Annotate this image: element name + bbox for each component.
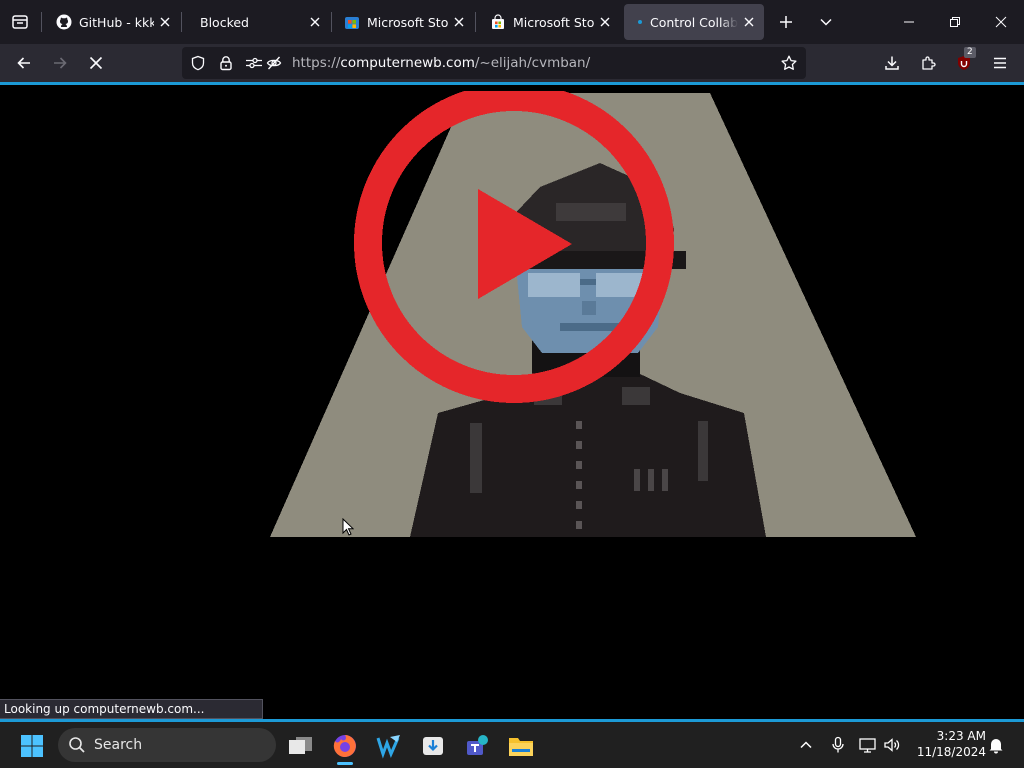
url-scheme: https://	[292, 55, 341, 71]
tab-blocked[interactable]: Blocked	[188, 4, 330, 40]
puzzle-piece-icon	[920, 55, 936, 71]
search-icon	[68, 736, 86, 754]
tab-title: Blocked	[200, 14, 249, 30]
close-tab-icon[interactable]	[304, 11, 326, 33]
tab-control-collab[interactable]: Control Collabo	[624, 4, 764, 40]
stop-x-icon	[89, 56, 103, 70]
tab-microsoft-store-2[interactable]: Microsoft Store	[478, 4, 620, 40]
microsoft-store-bag-icon	[490, 14, 506, 30]
search-label: Search	[94, 737, 143, 753]
status-panel: Looking up computernewb.com...	[0, 699, 263, 719]
download-icon	[884, 55, 900, 71]
show-hidden-icons-button[interactable]	[794, 733, 818, 757]
extensions-button[interactable]	[914, 49, 942, 77]
loading-dot-icon	[636, 14, 644, 30]
chevron-down-icon	[819, 15, 833, 29]
firefox-view-button[interactable]	[6, 8, 34, 36]
task-view-icon	[288, 735, 314, 757]
restore-icon	[949, 16, 961, 28]
minimize-button[interactable]	[886, 0, 932, 44]
list-all-tabs-button[interactable]	[812, 8, 840, 36]
taskbar-firefox[interactable]	[327, 728, 363, 765]
tracking-protection-shield-icon[interactable]	[190, 55, 206, 71]
network-icon	[859, 737, 877, 753]
stop-loading-button[interactable]	[82, 49, 110, 77]
back-button[interactable]	[10, 49, 38, 77]
microphone-icon	[830, 736, 846, 754]
navigation-toolbar: https://computernewb.com/~elijah/cvmban/…	[0, 44, 1024, 82]
video-thumbnail[interactable]	[270, 83, 918, 543]
close-tab-icon[interactable]	[594, 11, 616, 33]
taskbar-file-explorer[interactable]	[503, 728, 539, 764]
wing-ide-icon	[376, 733, 402, 759]
restore-button[interactable]	[932, 0, 978, 44]
github-icon	[56, 14, 72, 30]
microsoft-store-icon	[344, 14, 360, 30]
start-button[interactable]	[14, 728, 50, 764]
microphone-button[interactable]	[826, 733, 850, 757]
ublock-origin-button[interactable]: 2	[950, 47, 978, 77]
tab-strip: GitHub - kkkgo/ Blocked Microsoft Store …	[0, 0, 1024, 44]
speaker-icon	[883, 737, 901, 753]
firefox-icon	[332, 733, 358, 759]
address-bar[interactable]: https://computernewb.com/~elijah/cvmban/	[182, 47, 806, 79]
app-menu-button[interactable]	[986, 49, 1014, 77]
tab-github[interactable]: GitHub - kkkgo/	[44, 4, 180, 40]
taskbar-clock[interactable]: 3:23 AM 11/18/2024	[912, 728, 986, 760]
windows-taskbar: Search 3:23 AM 11/18/2024	[0, 719, 1024, 768]
taskbar-teams[interactable]	[459, 728, 495, 764]
taskbar-wing[interactable]	[371, 728, 407, 764]
tab-microsoft-store-1[interactable]: Microsoft Store	[332, 4, 474, 40]
taskbar-search-box[interactable]: Search	[58, 728, 276, 762]
close-tab-icon[interactable]	[738, 11, 760, 33]
arrow-left-icon	[16, 55, 32, 71]
close-tab-icon[interactable]	[448, 11, 470, 33]
mouse-cursor	[342, 517, 355, 540]
close-tab-icon[interactable]	[154, 11, 176, 33]
forward-button[interactable]	[46, 49, 74, 77]
page-viewport: Looking up computernewb.com...	[0, 83, 1024, 719]
notifications-button[interactable]	[984, 733, 1008, 757]
permissions-icon[interactable]	[245, 55, 263, 71]
windows-logo-icon	[20, 734, 44, 758]
extension-badge: 2	[964, 47, 976, 58]
firefox-view-icon	[11, 13, 29, 31]
chevron-up-icon	[799, 738, 813, 752]
tab-separator	[475, 12, 476, 32]
tab-title: Microsoft Store	[367, 14, 448, 30]
arrow-right-icon	[52, 55, 68, 71]
clock-date: 11/18/2024	[916, 745, 986, 759]
lock-icon[interactable]	[218, 55, 234, 71]
tab-separator	[181, 12, 182, 32]
minimize-icon	[903, 16, 915, 28]
tab-title: Control Collabo	[650, 14, 738, 30]
url-text[interactable]: https://computernewb.com/~elijah/cvmban/	[292, 55, 590, 71]
downloads-button[interactable]	[878, 49, 906, 77]
url-path: /~elijah/cvmban/	[474, 55, 591, 71]
tab-title: GitHub - kkkgo/	[79, 14, 154, 30]
network-button[interactable]	[856, 733, 880, 757]
volume-button[interactable]	[880, 733, 904, 757]
new-tab-button[interactable]	[772, 8, 800, 36]
close-window-button[interactable]	[978, 0, 1024, 44]
plus-icon	[779, 15, 793, 29]
tab-title: Microsoft Store	[513, 14, 594, 30]
task-view-button[interactable]	[283, 728, 319, 764]
tab-separator	[41, 12, 42, 32]
url-host: computernewb.com	[340, 55, 475, 71]
bell-icon	[988, 736, 1004, 754]
taskbar-installer[interactable]	[415, 728, 451, 764]
tracking-blocked-eye-icon[interactable]	[266, 55, 282, 71]
file-explorer-icon	[508, 734, 534, 758]
active-app-indicator	[337, 762, 353, 765]
teams-icon	[464, 733, 490, 759]
bookmark-star-icon[interactable]	[781, 55, 797, 71]
installer-icon	[421, 734, 445, 758]
close-icon	[995, 16, 1007, 28]
hamburger-menu-icon	[992, 55, 1008, 71]
clock-time: 3:23 AM	[936, 729, 986, 743]
